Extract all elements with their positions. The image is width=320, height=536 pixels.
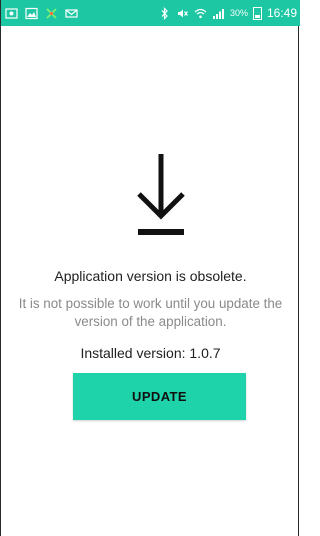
signal-icon xyxy=(212,7,225,20)
update-required-screen: Application version is obsolete. It is n… xyxy=(1,26,300,536)
status-bar: 30% 16:49 xyxy=(1,0,300,26)
clock: 16:49 xyxy=(266,6,297,20)
update-message: It is not possible to work until you upd… xyxy=(18,296,283,329)
app-screen: 30% 16:49 Application version is obsolet… xyxy=(0,0,300,536)
installed-version: Installed version: 1.0.7 xyxy=(80,345,221,361)
wifi-icon xyxy=(194,7,207,20)
bluetooth-icon xyxy=(158,6,171,20)
system-icons: 30% 16:49 xyxy=(158,6,297,20)
notification-icons xyxy=(5,7,78,20)
battery-percentage: 30% xyxy=(229,8,248,18)
screenshot-icon xyxy=(5,7,18,20)
obsolete-title: Application version is obsolete. xyxy=(54,268,247,284)
image-icon xyxy=(25,7,38,20)
mute-icon xyxy=(176,7,189,20)
battery-icon xyxy=(252,6,262,20)
app-icon xyxy=(45,7,58,20)
email-icon xyxy=(65,7,78,20)
update-button[interactable]: UPDATE xyxy=(73,373,246,420)
download-icon xyxy=(137,154,185,235)
